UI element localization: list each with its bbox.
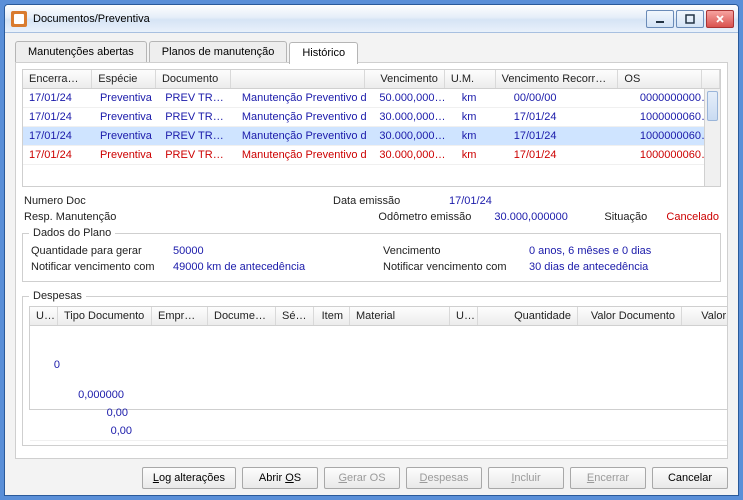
window-title: Documentos/Preventiva — [33, 13, 646, 25]
close-button[interactable] — [706, 10, 734, 28]
table-row[interactable]: 17/01/24 Preventiva PREV TRAT1 Manutençã… — [23, 89, 720, 108]
col-serie[interactable]: Série — [276, 307, 314, 325]
qtd-label: Quantidade para gerar — [31, 245, 167, 257]
scroll-thumb[interactable] — [707, 91, 718, 121]
tab-bar: Manutenções abertas Planos de manutenção… — [15, 41, 728, 63]
tab-planos-manutencao[interactable]: Planos de manutenção — [149, 41, 288, 63]
button-bar: Log alterações Abrir OS Gerar OS Despesa… — [15, 459, 728, 489]
col-documento[interactable]: Documento — [156, 70, 231, 88]
col-especie[interactable]: Espécie — [92, 70, 156, 88]
col-valor-doc[interactable]: Valor Documento — [578, 307, 682, 325]
col-quantidade[interactable]: Quantidade — [478, 307, 578, 325]
despesas-fieldset: Despesas UN Tipo Documento Empresa Docum… — [22, 290, 728, 446]
tab-historico[interactable]: Histórico — [289, 42, 358, 64]
notif2-value: 30 dias de antecedência — [529, 261, 648, 273]
qtd-value: 50000 — [173, 245, 383, 257]
window: Documentos/Preventiva Manutenções aberta… — [4, 4, 739, 496]
log-alteracoes-button[interactable]: Log alterações — [142, 467, 236, 489]
col-item[interactable]: Item — [314, 307, 350, 325]
situacao-label: Situação — [604, 211, 660, 223]
history-grid[interactable]: Encerramento Espécie Documento Venciment… — [22, 69, 721, 187]
col-venc-recorrencia[interactable]: Vencimento Recorrência — [496, 70, 619, 88]
col-os[interactable]: OS — [618, 70, 702, 88]
col-empresa[interactable]: Empresa — [152, 307, 208, 325]
notif2-label: Notificar vencimento com — [383, 261, 523, 273]
table-row[interactable]: 17/01/24 Preventiva PREV TRAT1 Manutençã… — [23, 146, 720, 165]
despesas-legend: Despesas — [29, 290, 86, 302]
tab-manutencoes-abertas[interactable]: Manutenções abertas — [15, 41, 147, 63]
client-area: Manutenções abertas Planos de manutenção… — [5, 33, 738, 495]
cell-valor-cons: 0,00 — [30, 422, 138, 440]
despesas-button[interactable]: Despesas — [406, 467, 482, 489]
col-um2[interactable]: UM — [450, 307, 478, 325]
col-encerramento[interactable]: Encerramento — [23, 70, 92, 88]
odometro-label: Odômetro emissão — [378, 211, 488, 223]
despesas-header: UN Tipo Documento Empresa Documento Séri… — [30, 307, 728, 326]
plano-legend: Dados do Plano — [29, 227, 115, 239]
col-spacer — [702, 70, 720, 88]
situacao-value: Cancelado — [666, 211, 719, 223]
incluir-button[interactable]: Incluir — [488, 467, 564, 489]
despesas-grid[interactable]: UN Tipo Documento Empresa Documento Séri… — [29, 306, 728, 410]
table-row[interactable]: 0 0,000000 0,00 0,00 — [30, 326, 728, 441]
col-valor-cons[interactable]: Valor Considerar — [682, 307, 728, 325]
numero-doc-label: Numero Doc — [24, 195, 134, 207]
app-icon — [11, 11, 27, 27]
gerar-os-button[interactable]: Gerar OS — [324, 467, 400, 489]
grid-header: Encerramento Espécie Documento Venciment… — [23, 70, 720, 89]
cancelar-button[interactable]: Cancelar — [652, 467, 728, 489]
table-row[interactable]: 17/01/24 Preventiva PREV TRAT1 Manutençã… — [23, 108, 720, 127]
data-emissao-value: 17/01/24 — [449, 195, 559, 207]
col-vencimento[interactable]: Vencimento — [365, 70, 445, 88]
grid-body: 17/01/24 Preventiva PREV TRAT1 Manutençã… — [23, 89, 720, 186]
minimize-button[interactable] — [646, 10, 674, 28]
cell-valor-doc: 0,00 — [30, 404, 134, 422]
maximize-button[interactable] — [676, 10, 704, 28]
abrir-os-button[interactable]: Abrir OS — [242, 467, 318, 489]
plano-fieldset: Dados do Plano Quantidade para gerar 500… — [22, 227, 721, 282]
tab-panel: Encerramento Espécie Documento Venciment… — [15, 62, 728, 459]
odometro-value: 30.000,000000 — [494, 211, 604, 223]
detail-section: Numero Doc Data emissão 17/01/24 Resp. M… — [22, 193, 721, 225]
grid-vscroll[interactable] — [704, 89, 720, 186]
venc-label: Vencimento — [383, 245, 523, 257]
encerrar-button[interactable]: Encerrar — [570, 467, 646, 489]
col-documento2[interactable]: Documento — [208, 307, 276, 325]
cell-item: 0 — [30, 356, 66, 374]
venc-value: 0 anos, 6 mêses e 0 dias — [529, 245, 651, 257]
resp-label: Resp. Manutenção — [24, 211, 134, 223]
data-emissao-label: Data emissão — [333, 195, 443, 207]
notif1-value: 49000 km de antecedência — [173, 261, 383, 273]
table-row[interactable]: 17/01/24 Preventiva PREV TRAT1 Manutençã… — [23, 127, 720, 146]
cell-quantidade: 0,000000 — [30, 386, 130, 404]
col-desc[interactable] — [231, 70, 365, 88]
titlebar[interactable]: Documentos/Preventiva — [5, 5, 738, 33]
col-material[interactable]: Material — [350, 307, 450, 325]
notif1-label: Notificar vencimento com — [31, 261, 167, 273]
col-tipo-doc[interactable]: Tipo Documento — [58, 307, 152, 325]
col-un[interactable]: UN — [30, 307, 58, 325]
col-um[interactable]: U.M. — [445, 70, 496, 88]
